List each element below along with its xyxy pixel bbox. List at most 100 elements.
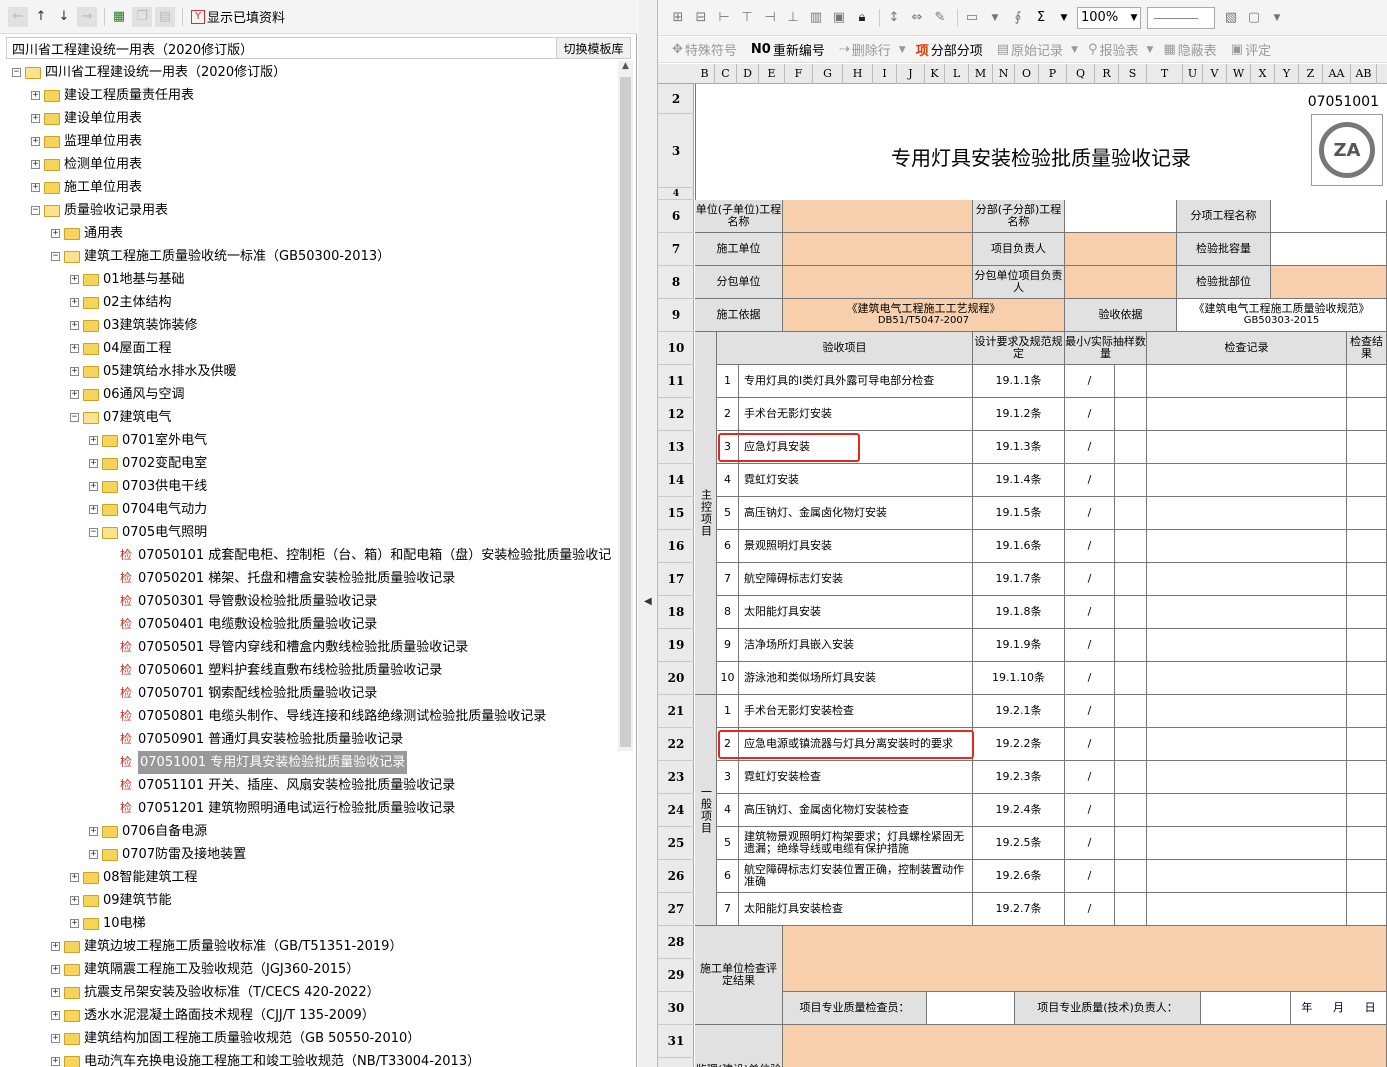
show-filled-button[interactable]: Y 显示已填资料 [191, 7, 285, 26]
acceptance-basis-cell[interactable]: 《建筑电气工程施工质量验收规范》 GB50303-2015 [1177, 299, 1387, 332]
actual-sample-input[interactable] [1115, 761, 1147, 794]
line-style-select[interactable] [1147, 6, 1215, 29]
check-record-input[interactable] [1147, 695, 1347, 728]
expand-icon[interactable]: + [70, 919, 79, 928]
toolbar-button-hidden-table[interactable]: ▦ 隐蔽表 [1163, 40, 1216, 59]
tree-folder-item[interactable]: + 抗震支吊架安装及验收标准（T/CECS 420-2022） [51, 981, 380, 1004]
expand-icon[interactable]: + [70, 344, 79, 353]
collapse-icon[interactable]: − [51, 252, 60, 261]
tree-form-item[interactable]: 检 07050601 塑料护套线直敷布线检验批质量验收记录 [120, 659, 442, 682]
expand-icon[interactable]: + [70, 873, 79, 882]
zoom-select[interactable]: 100% ▼ [1077, 6, 1141, 29]
column-header[interactable]: S [1119, 64, 1147, 84]
dropdown-arrow-icon[interactable]: ▼ [1147, 45, 1154, 55]
tech-manager-signature[interactable] [1201, 992, 1291, 1025]
sub-project-input[interactable] [1065, 200, 1177, 233]
actual-sample-input[interactable] [1115, 662, 1147, 695]
tree-folder-item[interactable]: +02主体结构 [70, 291, 172, 314]
check-result-input[interactable] [1347, 860, 1387, 893]
expand-icon[interactable]: + [70, 367, 79, 376]
column-header[interactable]: R [1095, 64, 1119, 84]
check-record-input[interactable] [1147, 629, 1347, 662]
column-header[interactable]: AB [1351, 64, 1377, 84]
expand-icon[interactable]: + [31, 114, 40, 123]
row-header[interactable]: 13 [658, 431, 694, 464]
border-icon[interactable]: ▧ [1221, 8, 1241, 28]
expand-icon[interactable]: + [70, 298, 79, 307]
toolbar-button-evaluate[interactable]: ▣ 评定 [1231, 40, 1271, 59]
format-painter-icon[interactable]: ✎ [930, 8, 950, 28]
sample-slash[interactable]: / [1065, 860, 1115, 893]
tree-form-item[interactable]: 检 07050501 导管内穿线和槽盒内敷线检验批质量验收记录 [120, 636, 468, 659]
tree-folder-item[interactable]: − 07建筑电气 [70, 406, 172, 429]
forward-arrow-icon[interactable]: → [77, 6, 97, 27]
actual-sample-input[interactable] [1115, 695, 1147, 728]
check-result-input[interactable] [1347, 530, 1387, 563]
column-header[interactable]: K [925, 64, 945, 84]
merge-cells-icon[interactable]: ⊞ [668, 8, 688, 28]
row-header[interactable]: 30 [658, 992, 694, 1025]
tree-form-item[interactable]: 检 07051001 专用灯具安装检验批质量验收记录 [120, 751, 408, 774]
copy-icon[interactable]: ❐ [132, 6, 152, 27]
toolbar-button-renumber[interactable]: N0 重新编号 [751, 40, 825, 59]
column-header[interactable]: Y [1275, 64, 1299, 84]
tree-form-item[interactable]: 检 07050101 成套配电柜、控制柜（台、箱）和配电箱（盘）安装检验批质量验收… [120, 544, 611, 567]
expand-icon[interactable]: + [31, 160, 40, 169]
scrollbar-thumb[interactable] [620, 77, 631, 747]
check-result-input[interactable] [1347, 761, 1387, 794]
sample-slash[interactable]: / [1065, 530, 1115, 563]
column-header[interactable]: O [1015, 64, 1039, 84]
tree-folder-item[interactable]: +0704电气动力 [89, 498, 207, 521]
tree-folder-item[interactable]: − 四川省工程建设统一用表（2020修订版） [12, 61, 286, 84]
actual-sample-input[interactable] [1115, 893, 1147, 926]
check-record-input[interactable] [1147, 728, 1347, 761]
row-header[interactable]: 18 [658, 596, 694, 629]
sample-slash[interactable]: / [1065, 761, 1115, 794]
tree-folder-item[interactable]: − 质量验收记录用表 [31, 199, 168, 222]
date-cell[interactable]: 年月日 [1291, 992, 1387, 1025]
row-header[interactable]: 2 [658, 84, 694, 114]
row-header[interactable]: 10 [658, 332, 694, 365]
row-header[interactable]: 3 [658, 114, 694, 188]
check-record-input[interactable] [1147, 431, 1347, 464]
check-result-input[interactable] [1347, 728, 1387, 761]
actual-sample-input[interactable] [1115, 365, 1147, 398]
expand-icon[interactable]: + [89, 827, 98, 836]
actual-sample-input[interactable] [1115, 596, 1147, 629]
check-record-input[interactable] [1147, 464, 1347, 497]
row-header[interactable]: 4 [658, 188, 694, 200]
tree-folder-item[interactable]: + 监理单位用表 [31, 130, 142, 153]
print-icon[interactable]: ▥ [806, 8, 826, 28]
tree-folder-item[interactable]: + 建筑边坡工程施工质量验收标准（GB/T51351-2019） [51, 935, 402, 958]
column-header[interactable]: U [1183, 64, 1203, 84]
subcontractor-input[interactable] [783, 266, 973, 299]
expand-icon[interactable]: + [89, 436, 98, 445]
up-arrow-icon[interactable]: ↑ [31, 7, 51, 27]
tree-folder-item[interactable]: +03建筑装饰装修 [70, 314, 198, 337]
row-header[interactable]: 24 [658, 794, 694, 827]
column-header[interactable]: W [1227, 64, 1251, 84]
tree-folder-item[interactable]: +09建筑节能 [70, 889, 172, 912]
column-header[interactable]: T [1147, 64, 1183, 84]
row-header[interactable]: 26 [658, 860, 694, 893]
tree-folder-item[interactable]: − 0705电气照明 [89, 521, 207, 544]
column-header[interactable]: AA [1323, 64, 1351, 84]
check-result-input[interactable] [1347, 596, 1387, 629]
tree-folder-item[interactable]: +0703供电干线 [89, 475, 207, 498]
tree-folder-item[interactable]: +04屋面工程 [70, 337, 172, 360]
sample-slash[interactable]: / [1065, 728, 1115, 761]
column-header[interactable]: F [785, 64, 813, 84]
tree-folder-item[interactable]: + 建筑隔震工程施工及验收规范（JGJ360-2015） [51, 958, 359, 981]
lock-icon[interactable]: 🔒︎ [852, 8, 872, 28]
dropdown-arrow-icon[interactable]: ▼ [1054, 8, 1074, 28]
dropdown-arrow-icon[interactable]: ▼ [899, 45, 906, 55]
expand-icon[interactable]: + [31, 137, 40, 146]
column-header[interactable]: H [843, 64, 873, 84]
tree-folder-item[interactable]: +0702变配电室 [89, 452, 207, 475]
tree-folder-item[interactable]: + 透水水泥混凝土路面技术规程（CJJ/T 135-2009） [51, 1004, 375, 1027]
supervisor-conclusion-input[interactable] [783, 1025, 1387, 1067]
tree-form-item[interactable]: 检 07050401 电缆敷设检验批质量验收记录 [120, 613, 377, 636]
tree-form-item[interactable]: 检 07050301 导管敷设检验批质量验收记录 [120, 590, 377, 613]
row-header[interactable]: 6 [658, 200, 694, 233]
sample-slash[interactable]: / [1065, 497, 1115, 530]
